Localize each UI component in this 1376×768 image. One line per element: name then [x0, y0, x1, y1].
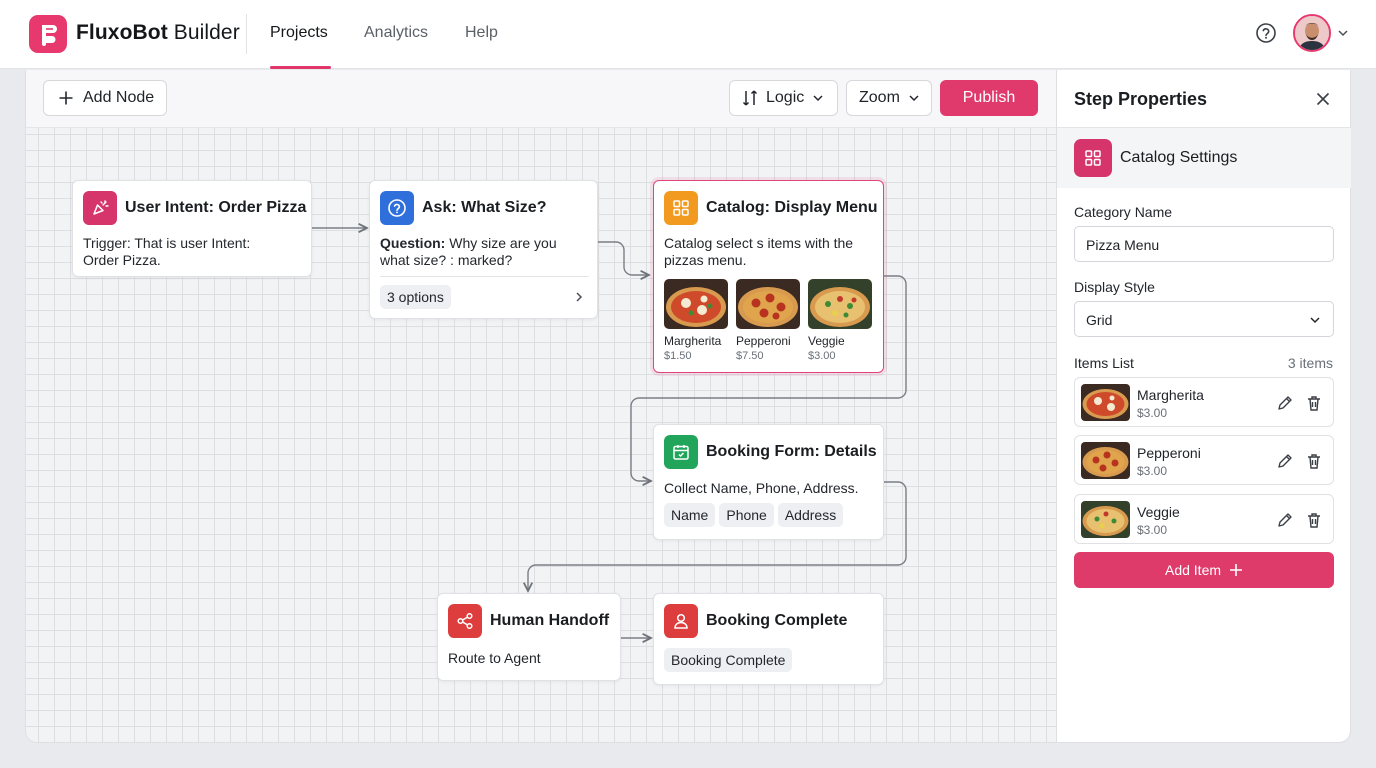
- item-name: Margherita: [1137, 387, 1204, 403]
- category-name-label: Category Name: [1074, 204, 1173, 220]
- chevron-down-icon: [813, 95, 823, 102]
- close-icon[interactable]: [1315, 91, 1331, 107]
- node-booking-form[interactable]: Booking Form: Details Collect Name, Phon…: [653, 424, 884, 540]
- chevron-down-icon: [1310, 317, 1320, 324]
- margherita-thumbnail: [1081, 384, 1130, 421]
- display-style-label: Display Style: [1074, 279, 1155, 295]
- node-description: Catalog select s items with the pizzas m…: [664, 235, 854, 268]
- catalog-item-name: Margherita: [664, 334, 722, 348]
- app-brand: FluxoBot Builder: [76, 21, 240, 44]
- list-item[interactable]: Margherita $3.00: [1074, 377, 1334, 427]
- trash-icon[interactable]: [1305, 511, 1323, 529]
- catalog-item-price: $1.50: [664, 350, 692, 362]
- nav-analytics[interactable]: Analytics: [364, 24, 428, 42]
- logic-branch-icon: [742, 90, 758, 106]
- calendar-icon: [664, 435, 698, 469]
- add-node-button[interactable]: Add Node: [43, 80, 167, 116]
- node-user-intent[interactable]: User Intent: Order Pizza Trigger: That i…: [72, 180, 312, 277]
- veggie-thumbnail: [1081, 501, 1130, 538]
- share-nodes-icon: [448, 604, 482, 638]
- trash-icon[interactable]: [1305, 452, 1323, 470]
- catalog-item-price: $3.00: [808, 350, 836, 362]
- logic-dropdown[interactable]: Logic: [729, 80, 838, 116]
- node-title: User Intent: Order Pizza: [125, 199, 307, 216]
- node-title: Booking Form: Details: [706, 443, 877, 460]
- items-count: 3 items: [1287, 355, 1333, 371]
- trash-icon[interactable]: [1305, 394, 1323, 412]
- item-price: $3.00: [1137, 406, 1168, 420]
- field-chip-name: Name: [664, 503, 716, 527]
- margherita-pizza-image: [664, 279, 728, 329]
- form-fields: Name Phone Address: [664, 503, 847, 527]
- nav-active-indicator: [270, 66, 331, 69]
- node-booking-complete[interactable]: Booking Complete Booking Complete: [653, 593, 884, 685]
- node-description: Trigger: That is user Intent: Order Pizz…: [83, 235, 251, 268]
- pencil-icon[interactable]: [1276, 394, 1294, 412]
- chevron-down-icon[interactable]: [1337, 27, 1349, 39]
- node-divider: [380, 276, 589, 277]
- item-name: Pepperoni: [1137, 445, 1201, 461]
- list-item[interactable]: Pepperoni $3.00: [1074, 435, 1334, 485]
- nav-projects[interactable]: Projects: [270, 24, 328, 42]
- user-icon: [664, 604, 698, 638]
- veggie-pizza-image: [808, 279, 872, 329]
- chevron-right-icon[interactable]: [573, 291, 585, 303]
- section-header: Catalog Settings: [1057, 128, 1351, 188]
- pepperoni-thumbnail: [1081, 442, 1130, 479]
- node-description: Route to Agent: [448, 650, 541, 666]
- catalog-item-price: $7.50: [736, 350, 764, 362]
- pencil-icon[interactable]: [1276, 452, 1294, 470]
- node-title: Ask: What Size?: [422, 199, 547, 216]
- list-item[interactable]: Veggie $3.00: [1074, 494, 1334, 544]
- status-chip: Booking Complete: [664, 648, 796, 672]
- node-title: Booking Complete: [706, 612, 848, 629]
- field-chip-address: Address: [777, 503, 844, 527]
- top-bar: FluxoBot Builder Projects Analytics Help: [0, 0, 1376, 69]
- node-title: Catalog: Display Menu: [706, 199, 878, 216]
- connector-ask-catalog: [598, 241, 649, 275]
- plus-icon: [59, 91, 73, 105]
- grid-icon: [664, 191, 698, 225]
- pepperoni-pizza-image: [736, 279, 800, 329]
- publish-button[interactable]: Publish: [940, 80, 1038, 116]
- header-divider: [246, 14, 247, 54]
- question-circle-icon: [380, 191, 414, 225]
- panel-title: Step Properties: [1074, 89, 1208, 109]
- items-list-label: Items List: [1074, 355, 1134, 371]
- node-human-handoff[interactable]: Human Handoff Route to Agent: [437, 593, 621, 681]
- item-name: Veggie: [1137, 504, 1180, 520]
- node-ask-size[interactable]: Ask: What Size? Question: Why size are y…: [369, 180, 598, 319]
- section-title: Catalog Settings: [1120, 149, 1238, 166]
- fluxobot-logo-icon[interactable]: [29, 15, 67, 53]
- category-name-input[interactable]: Pizza Menu: [1074, 226, 1334, 262]
- item-price: $3.00: [1137, 523, 1168, 537]
- add-item-button[interactable]: Add Item: [1074, 552, 1334, 588]
- node-catalog-display-menu[interactable]: Catalog: Display Menu Catalog select s i…: [653, 180, 884, 373]
- canvas-toolbar: Add Node Logic Zoom Publish: [26, 70, 1056, 128]
- grid-icon: [1074, 139, 1112, 177]
- catalog-item-name: Veggie: [808, 334, 845, 348]
- item-price: $3.00: [1137, 464, 1168, 478]
- user-avatar[interactable]: [1293, 14, 1331, 52]
- pencil-icon[interactable]: [1276, 511, 1294, 529]
- options-count-chip[interactable]: 3 options: [380, 285, 455, 309]
- node-description: Question: Why size are you what size? : …: [380, 235, 557, 268]
- chevron-down-icon: [909, 95, 919, 102]
- node-title: Human Handoff: [490, 612, 610, 629]
- display-style-select[interactable]: Grid: [1074, 301, 1334, 337]
- step-properties-panel: Step Properties Catalog Settings Categor…: [1056, 70, 1351, 743]
- plus-icon: [1230, 564, 1243, 576]
- catalog-item-name: Pepperoni: [736, 334, 791, 348]
- help-circle-icon[interactable]: [1255, 22, 1277, 44]
- properties-header: Step Properties: [1057, 70, 1351, 128]
- zoom-dropdown[interactable]: Zoom: [846, 80, 932, 116]
- party-popper-icon: [83, 191, 117, 225]
- field-chip-phone: Phone: [719, 503, 774, 527]
- node-description: Collect Name, Phone, Address.: [664, 480, 859, 496]
- canvas-panel: Add Node Logic Zoom Publish User Intent:…: [25, 70, 1056, 743]
- flow-canvas[interactable]: User Intent: Order Pizza Trigger: That i…: [26, 128, 1056, 742]
- nav-help[interactable]: Help: [465, 24, 498, 42]
